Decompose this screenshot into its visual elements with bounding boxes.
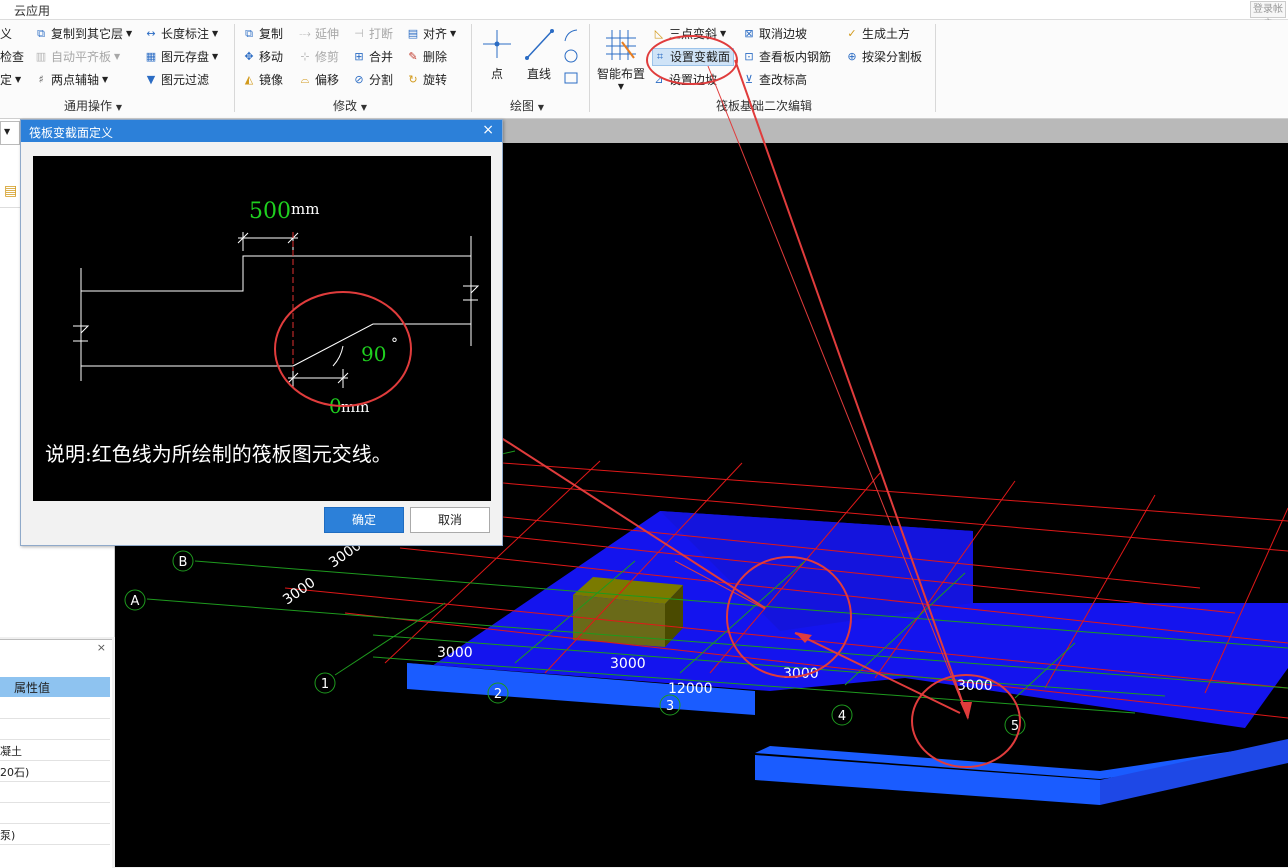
dialog-title-bar: 筏板变截面定义 ×	[21, 120, 502, 142]
arrowhead	[960, 702, 972, 720]
section-diagram: 500 mm 90 ° 0 mm 说明:红色线为所绘制的筏板图元交线。	[45, 199, 480, 466]
variable-section-dialog: 筏板变截面定义 × 500 mm 90 ° 0 mm 说明:红色线为所绘制的筏板…	[20, 119, 503, 546]
angle-arc	[332, 345, 344, 367]
top-width-value[interactable]: 500	[249, 199, 291, 224]
degree-symbol: °	[391, 336, 398, 352]
angle-value[interactable]: 90	[361, 342, 386, 366]
diagram-note: 说明:红色线为所绘制的筏板图元交线。	[45, 442, 392, 466]
annotation-line	[707, 65, 969, 719]
cancel-button[interactable]: 取消	[410, 507, 490, 533]
dialog-title: 筏板变截面定义	[29, 126, 114, 140]
ok-button[interactable]: 确定	[324, 507, 404, 533]
top-width-unit: mm	[291, 200, 319, 218]
bottom-width-unit: mm	[341, 398, 369, 416]
annotation-arrow	[734, 59, 969, 719]
close-icon[interactable]: ×	[482, 122, 494, 138]
section-outline	[73, 232, 480, 388]
section-preview: 500 mm 90 ° 0 mm 说明:红色线为所绘制的筏板图元交线。	[33, 156, 491, 501]
